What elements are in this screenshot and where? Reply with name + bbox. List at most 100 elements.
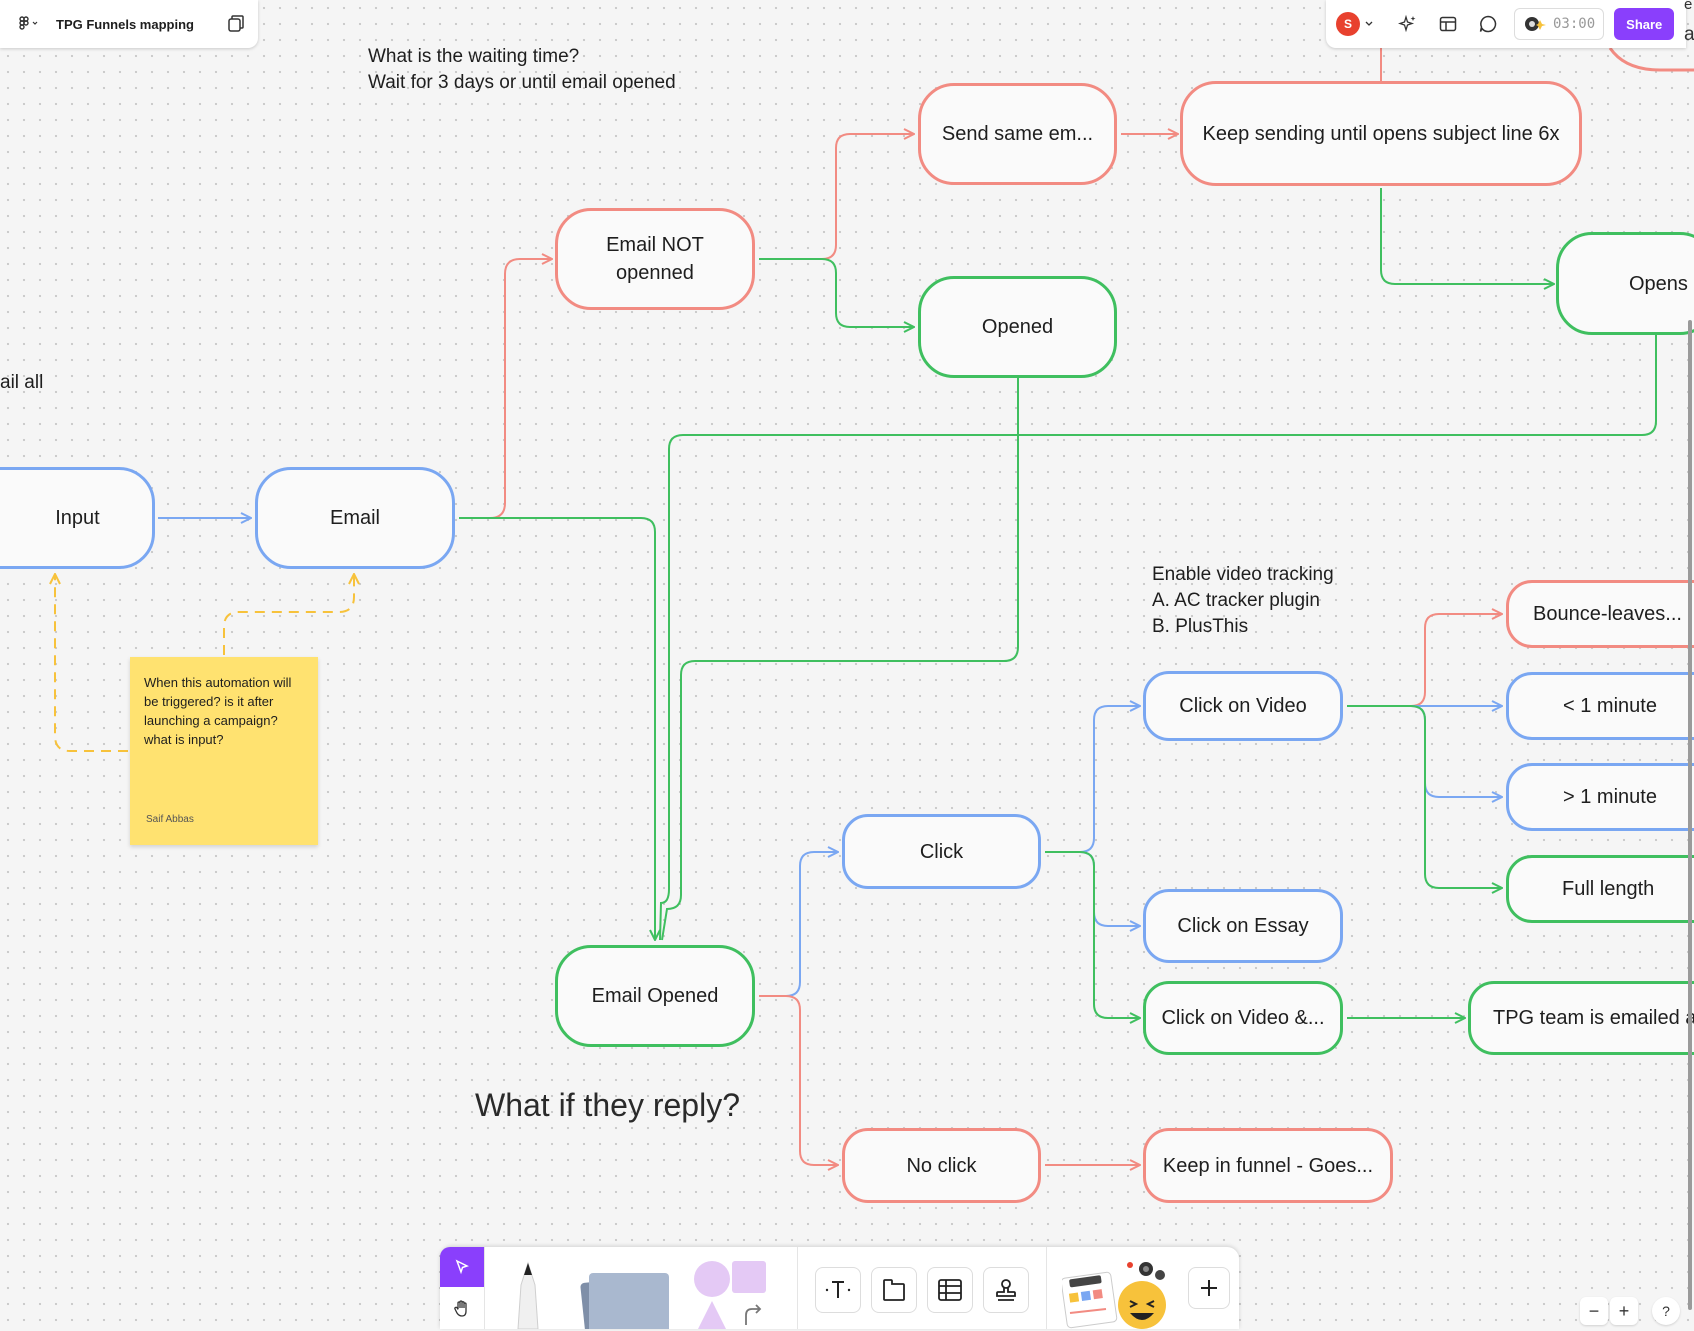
sticky-note-text: When this automation will be triggered? … [144,675,292,747]
connector-click-essay [1045,851,1140,926]
video-tracking-line2: A. AC tracker plugin [1152,590,1320,611]
chevron-down-icon [1365,21,1373,26]
waiting-time-line1: What is the waiting time? [368,46,580,67]
video-tracking-note[interactable]: Enable video tracking A. AC tracker plug… [1152,562,1334,640]
ai-sparkle-button[interactable] [1396,12,1420,36]
connector-send-same [759,134,914,260]
node-keep-in-funnel[interactable]: Keep in funnel - Goes... [1143,1128,1393,1203]
select-tool[interactable] [440,1247,484,1287]
sticky-notes-icon [580,1273,669,1329]
partial-left-text[interactable]: ail all [0,370,43,396]
connector-sticky-email [223,574,354,655]
connector-click [759,852,838,997]
toolbar-divider [797,1247,798,1329]
share-button[interactable]: Share [1614,8,1675,40]
widgets-tool[interactable] [1062,1257,1172,1329]
connector-opens [1380,188,1554,284]
waiting-time-note[interactable]: What is the waiting time? Wait for 3 day… [368,44,676,96]
shapes-icon [694,1261,766,1329]
text-icon [825,1281,851,1298]
node-click-on-video[interactable]: Click on Video [1143,671,1343,741]
video-tracking-line1: Enable video tracking [1152,564,1334,585]
sticky-notes-tool[interactable] [575,1259,675,1329]
node-email[interactable]: Email [255,467,455,569]
connector-sticky-input [55,574,128,752]
marker-tool[interactable] [500,1255,556,1329]
table-tool[interactable] [927,1267,973,1313]
section-icon [883,1279,905,1301]
timer-value: 03:00 [1553,16,1596,32]
toolbar-divider [1046,1247,1047,1329]
connector-no-click [759,995,838,1165]
connector-opened [759,258,914,327]
node-email-not-opened-line2: openned [616,262,694,284]
node-bounce-leaves[interactable]: Bounce-leaves... [1506,580,1694,648]
node-input-label: Input [55,507,100,529]
help-button[interactable]: ? [1652,1297,1680,1325]
zoom-in-button[interactable]: + [1610,1297,1638,1325]
video-tracking-line3: B. PlusThis [1152,616,1249,637]
figma-logo-icon [19,16,38,30]
node-keep-sending[interactable]: Keep sending until opens subject line 6x [1180,81,1582,186]
user-menu[interactable]: S [1336,12,1374,36]
node-email-not-opened[interactable]: Email NOT openned [555,208,755,310]
marker-icon [517,1261,539,1329]
node-input[interactable]: Input [0,467,155,569]
node-tpg-team-emailed[interactable]: TPG team is emailed a... [1468,981,1694,1055]
node-opens[interactable]: Opens [1556,232,1694,335]
widgets-icon [1062,1262,1166,1329]
plus-icon [1201,1280,1217,1296]
cursor-arrow-icon [455,1259,469,1275]
stamp-icon [996,1279,1016,1301]
zoom-out-button[interactable]: − [1580,1297,1608,1325]
stamp-tool[interactable] [983,1267,1029,1313]
section-tool[interactable] [871,1267,917,1313]
file-name[interactable]: TPG Funnels mapping [56,17,194,32]
vertical-scrollbar[interactable] [1688,320,1692,1310]
bottom-toolbar [440,1247,1239,1329]
sticky-note-author: Saif Abbas [146,814,194,825]
pages-button[interactable] [224,12,248,36]
edge-text-2: at [1684,24,1694,45]
layout-icon [1439,16,1457,32]
node-email-not-opened-line1: Email NOT [606,234,704,256]
add-tool[interactable] [1188,1267,1230,1309]
timer-icon [1525,17,1546,31]
connector-email-opened [459,517,655,940]
connector-click-video [1045,706,1140,853]
node-full-length[interactable]: Full length [1506,855,1694,923]
shapes-tool[interactable] [690,1259,770,1329]
node-more-1-minute[interactable]: > 1 minute [1506,763,1694,831]
hand-icon [454,1300,467,1317]
node-opened[interactable]: Opened [918,276,1117,378]
connector-email-not-opened [459,259,552,519]
edge-text-1: e [1684,0,1693,13]
waiting-time-line2: Wait for 3 days or until email opened [368,72,676,93]
timer-widget[interactable]: 03:00 [1514,8,1605,40]
comment-button[interactable] [1476,12,1500,36]
text-tool[interactable] [815,1267,861,1313]
node-click-on-video-and[interactable]: Click on Video &... [1143,981,1343,1055]
layout-button[interactable] [1436,12,1460,36]
node-email-opened[interactable]: Email Opened [555,945,755,1047]
connector-bounce [1347,614,1502,707]
hand-tool[interactable] [440,1289,484,1329]
comment-icon [1479,15,1497,33]
node-click[interactable]: Click [842,814,1041,889]
sticky-note[interactable]: When this automation will be triggered? … [130,657,318,845]
sparkle-icon [1398,14,1416,33]
table-icon [938,1279,962,1301]
partial-shape-top-right [1608,47,1694,72]
connector-click-video-and [1045,851,1140,1018]
node-click-on-essay[interactable]: Click on Essay [1143,889,1343,963]
file-panel: TPG Funnels mapping [0,0,258,48]
node-no-click[interactable]: No click [842,1128,1041,1203]
top-right-panel: S 03:00 Share [1326,0,1686,48]
avatar: S [1336,12,1360,36]
node-send-same-email[interactable]: Send same em... [918,83,1117,185]
node-less-1-minute[interactable]: < 1 minute [1506,672,1694,740]
reply-question-text[interactable]: What if they reply? [475,1087,740,1124]
toolbar-divider [484,1247,485,1329]
figjam-menu-button[interactable] [14,9,44,39]
pages-icon [228,15,244,32]
